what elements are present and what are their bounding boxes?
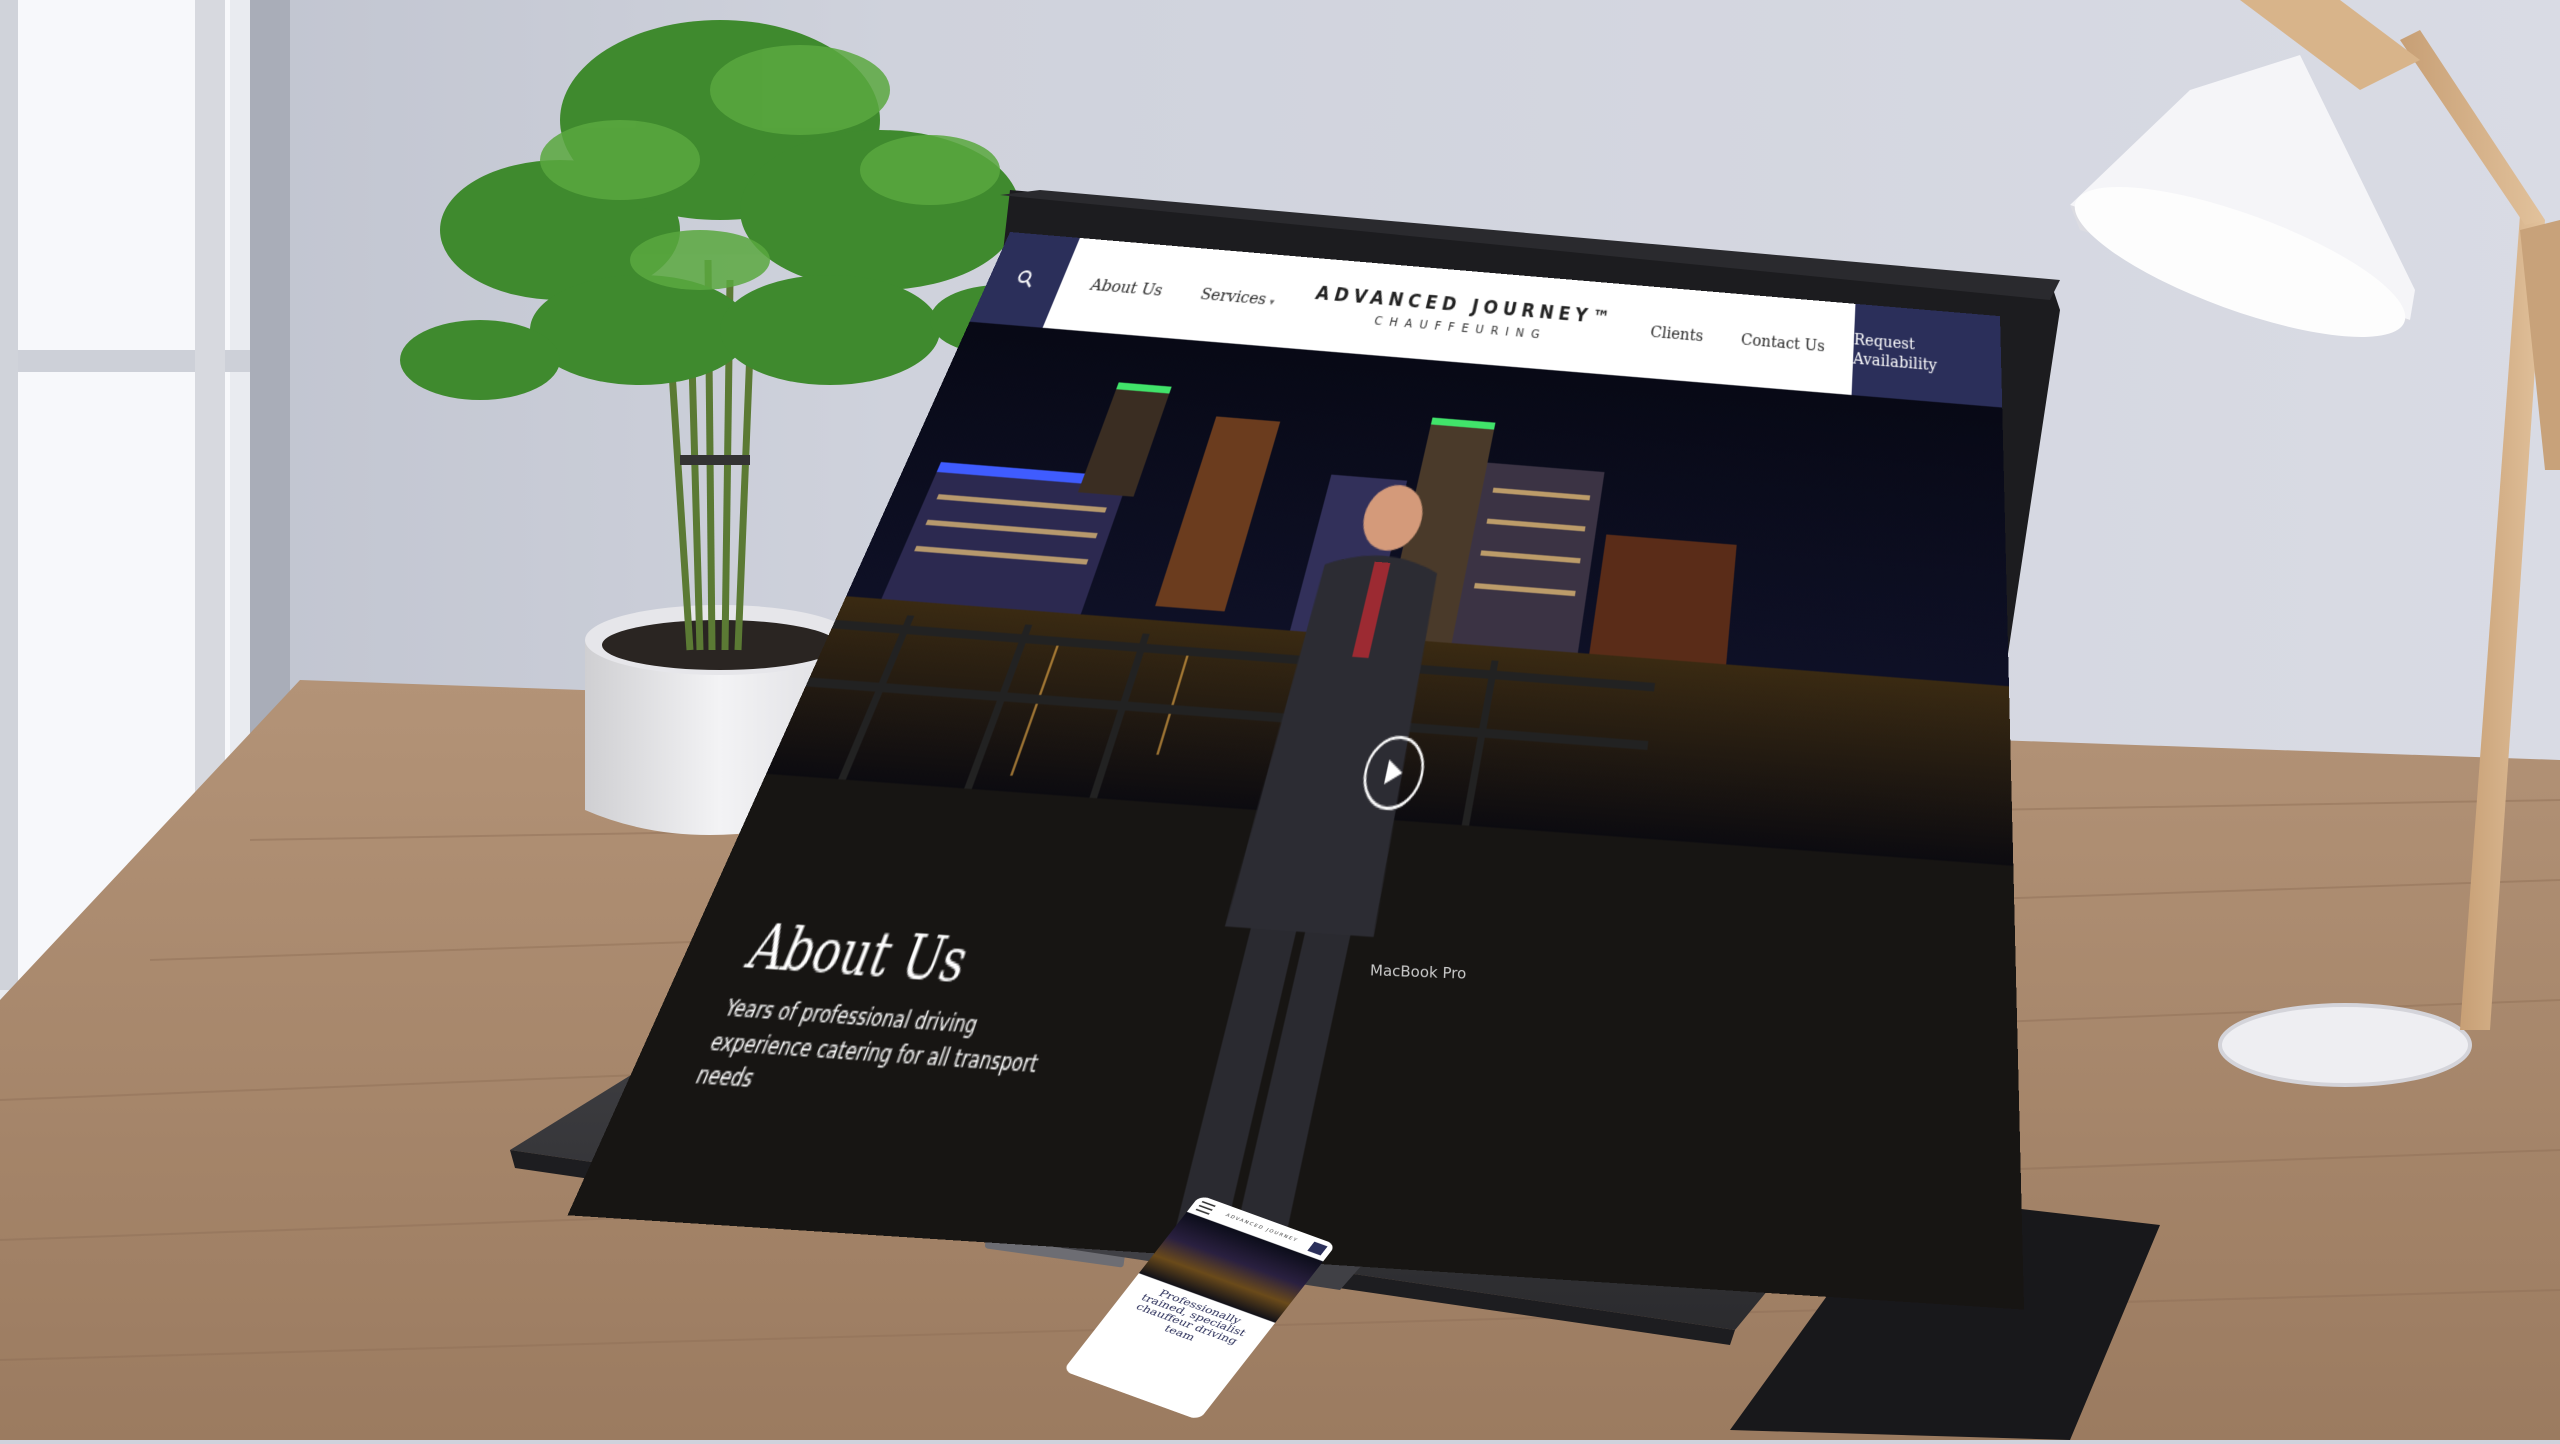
nav-clients[interactable]: Clients xyxy=(1649,322,1704,345)
nav-contact-us[interactable]: Contact Us xyxy=(1740,330,1825,356)
nav-about-us[interactable]: About Us xyxy=(1087,275,1166,300)
phone-cta-button[interactable] xyxy=(1307,1241,1328,1256)
play-icon xyxy=(1383,759,1405,786)
chevron-down-icon: ▾ xyxy=(1267,297,1276,309)
site-logo[interactable]: ADVANCED JOURNEY™ CHAUFFEURING xyxy=(1308,283,1616,346)
request-availability-button[interactable]: Request Availability xyxy=(1851,303,2003,408)
desk-scene: About Us Services▾ ADVANCED JOURNEY™ CHA… xyxy=(0,0,2560,1440)
nav-services-label: Services xyxy=(1197,284,1270,309)
search-icon xyxy=(1013,269,1039,289)
macbook-label: MacBook Pro xyxy=(1369,961,1467,983)
nav-services[interactable]: Services▾ xyxy=(1198,284,1278,309)
menu-icon[interactable] xyxy=(1195,1200,1216,1215)
